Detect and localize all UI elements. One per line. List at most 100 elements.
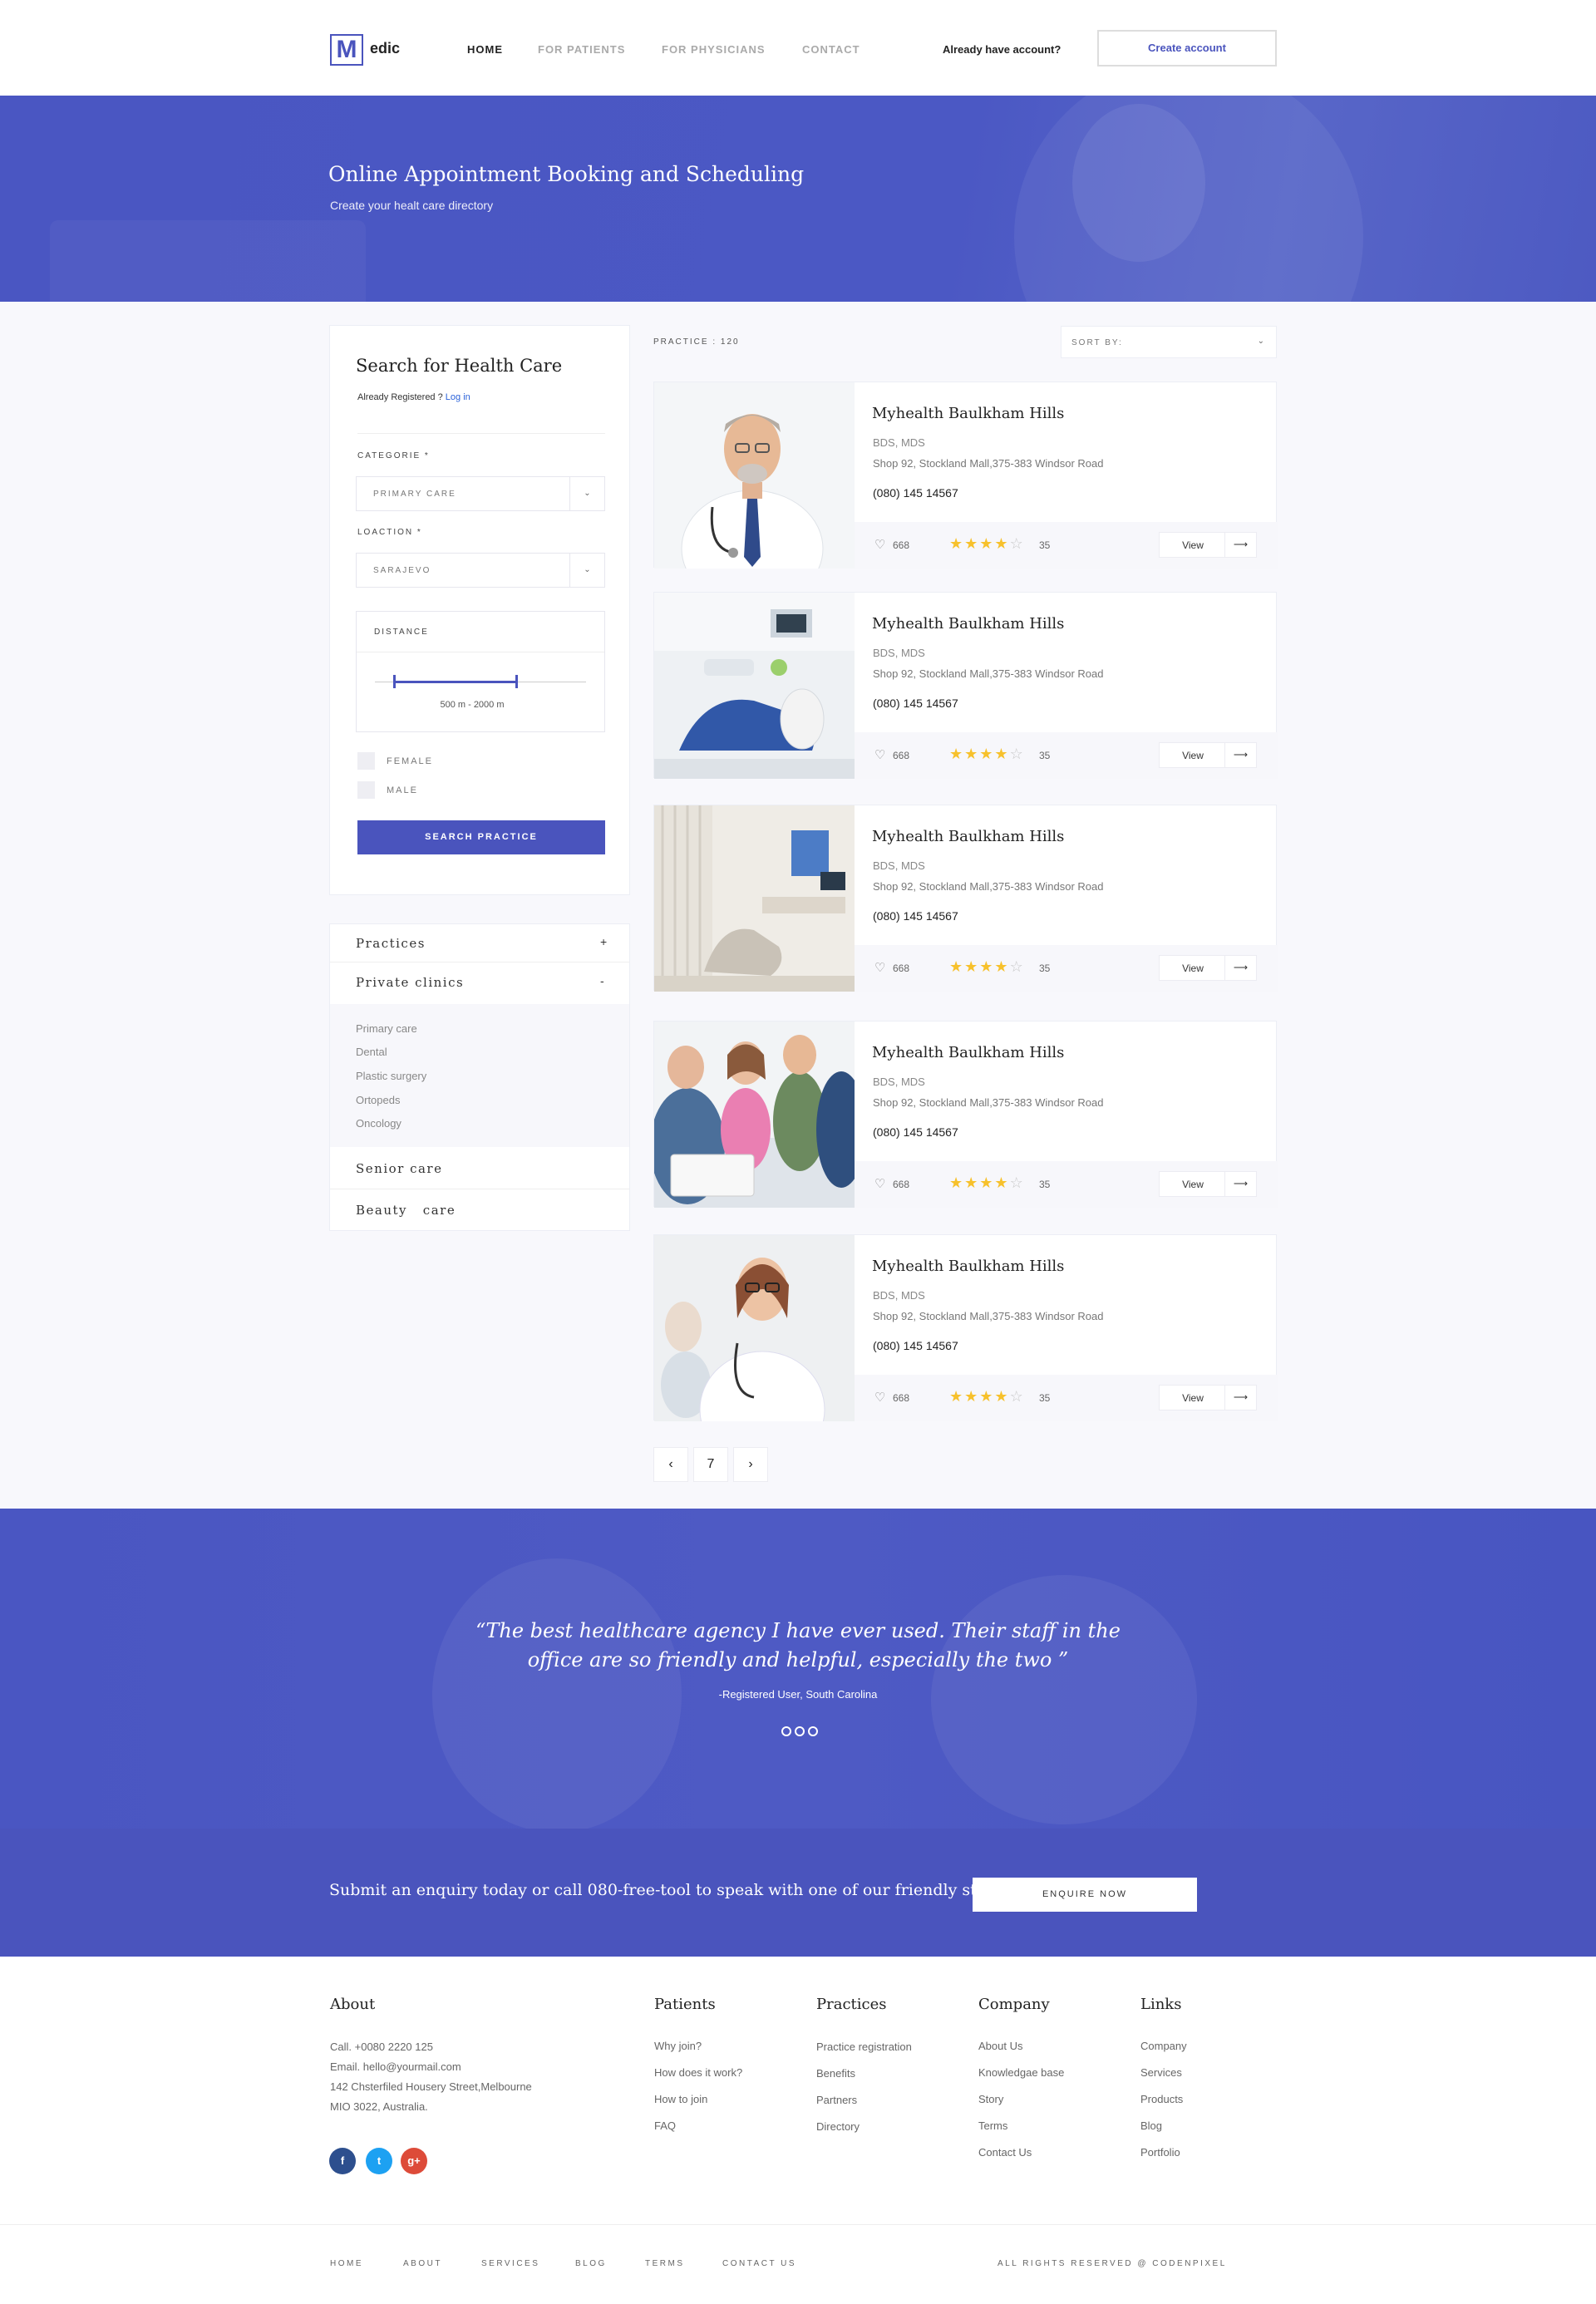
footer-link[interactable]: Partners — [816, 2094, 857, 2106]
footer-link[interactable]: How to join — [654, 2093, 707, 2105]
subcategory-dental[interactable]: Dental — [356, 1046, 387, 1058]
heart-icon[interactable]: ♡ — [874, 1176, 885, 1191]
view-label: View — [1182, 539, 1204, 551]
location-label: LOACTION * — [357, 528, 422, 537]
practice-name[interactable]: Myhealth Baulkham Hills — [872, 828, 1064, 845]
practice-name[interactable]: Myhealth Baulkham Hills — [872, 1044, 1064, 1061]
practice-card-footer: ♡ 668 ★★★★☆ 35 View ⟶ — [855, 1161, 1278, 1208]
bottom-link-blog[interactable]: BLOG — [575, 2259, 607, 2268]
view-button[interactable]: View ⟶ — [1159, 955, 1257, 981]
footer-link[interactable]: Directory — [816, 2120, 860, 2133]
practice-phone: (080) 145 14567 — [873, 909, 958, 923]
chevron-down-icon: ⌄ — [1257, 337, 1264, 346]
arrow-right-icon: ⟶ — [1224, 533, 1256, 557]
category-label-private-clinics: Private clinics — [356, 975, 465, 990]
practice-count: PRACTICE : 120 — [653, 337, 740, 347]
login-link[interactable]: Log in — [446, 392, 470, 402]
arrow-right-icon: ⟶ — [1224, 1172, 1256, 1196]
subcategory-ortopeds[interactable]: Ortopeds — [356, 1094, 400, 1106]
search-practice-button[interactable]: SEARCH PRACTICE — [357, 820, 605, 854]
nav-contact[interactable]: CONTACT — [802, 43, 860, 56]
hero-banner: Online Appointment Booking and Schedulin… — [0, 96, 1596, 302]
subcategory-primary-care[interactable]: Primary care — [356, 1022, 417, 1035]
expand-icon[interactable]: + — [600, 935, 607, 948]
footer-link[interactable]: Story — [978, 2093, 1003, 2105]
footer-link[interactable]: Benefits — [816, 2067, 855, 2080]
footer-link[interactable]: Company — [1140, 2040, 1187, 2052]
arrow-right-icon: ⟶ — [1224, 956, 1256, 980]
category-select[interactable]: PRIMARY CARE ⌄ — [356, 476, 605, 511]
collapse-icon[interactable]: - — [600, 974, 604, 987]
practice-card-footer: ♡ 668 ★★★★☆ 35 View ⟶ — [855, 1375, 1278, 1421]
bottom-link-home[interactable]: HOME — [330, 2259, 363, 2268]
footer-email[interactable]: Email. hello@yourmail.com — [330, 2060, 461, 2073]
footer-link[interactable]: Services — [1140, 2066, 1182, 2079]
practice-photo-family — [654, 1022, 855, 1208]
bottom-link-contact-us[interactable]: CONTACT US — [722, 2259, 796, 2268]
footer-link[interactable]: Terms — [978, 2119, 1007, 2132]
female-checkbox[interactable] — [357, 752, 375, 770]
sort-by-select[interactable]: SORT BY: ⌄ — [1061, 326, 1277, 358]
practice-photo-doctor — [654, 382, 855, 569]
star-filled-icon: ★ — [949, 746, 965, 762]
footer-link[interactable]: Products — [1140, 2093, 1183, 2105]
footer-link[interactable]: FAQ — [654, 2119, 676, 2132]
twitter-icon[interactable]: t — [366, 2148, 392, 2174]
create-account-button[interactable]: Create account — [1097, 30, 1277, 66]
facebook-icon[interactable]: f — [329, 2148, 356, 2174]
footer-link[interactable]: Practice registration — [816, 2041, 912, 2053]
carousel-dot[interactable] — [795, 1726, 805, 1736]
category-value: PRIMARY CARE — [373, 490, 456, 499]
footer-address-line: 142 Chsterfiled Housery Street,Melbourne — [330, 2080, 532, 2093]
view-button[interactable]: View ⟶ — [1159, 1385, 1257, 1410]
footer-link[interactable]: Why join? — [654, 2040, 702, 2052]
practice-phone: (080) 145 14567 — [873, 697, 958, 710]
logo-mark[interactable]: M — [330, 34, 363, 66]
footer-link[interactable]: About Us — [978, 2040, 1022, 2052]
practice-name[interactable]: Myhealth Baulkham Hills — [872, 615, 1064, 633]
footer-link[interactable]: Blog — [1140, 2119, 1162, 2132]
logo-text[interactable]: edic — [370, 40, 400, 57]
divider — [0, 2224, 1596, 2225]
view-button[interactable]: View ⟶ — [1159, 1171, 1257, 1197]
practice-card-footer: ♡ 668 ★★★★☆ 35 View ⟶ — [855, 732, 1278, 779]
pagination-prev-button[interactable]: ‹ — [653, 1447, 688, 1482]
practice-photo-dental-clinic — [654, 593, 855, 779]
male-checkbox[interactable] — [357, 781, 375, 799]
view-button[interactable]: View ⟶ — [1159, 532, 1257, 558]
google-plus-icon[interactable]: g+ — [401, 2148, 427, 2174]
view-button[interactable]: View ⟶ — [1159, 742, 1257, 768]
heart-icon[interactable]: ♡ — [874, 1390, 885, 1405]
enquire-now-button[interactable]: ENQUIRE NOW — [973, 1878, 1197, 1912]
bottom-link-about[interactable]: ABOUT — [403, 2259, 442, 2268]
pagination-next-button[interactable]: › — [733, 1447, 768, 1482]
heart-icon[interactable]: ♡ — [874, 960, 885, 975]
likes-count: 668 — [893, 750, 910, 761]
bottom-link-terms[interactable]: TERMS — [645, 2259, 685, 2268]
subcategory-oncology[interactable]: Oncology — [356, 1117, 401, 1130]
carousel-dot[interactable] — [781, 1726, 791, 1736]
nav-for-physicians[interactable]: FOR PHYSICIANS — [662, 43, 766, 56]
footer-link[interactable]: How does it work? — [654, 2066, 742, 2079]
footer-company-title: Company — [978, 1996, 1050, 2013]
male-label: MALE — [387, 785, 418, 795]
distance-slider-min-handle[interactable] — [392, 675, 396, 688]
heart-icon[interactable]: ♡ — [874, 537, 885, 552]
practice-name[interactable]: Myhealth Baulkham Hills — [872, 405, 1064, 422]
footer-link[interactable]: Portfolio — [1140, 2146, 1180, 2159]
subcategory-plastic-surgery[interactable]: Plastic surgery — [356, 1070, 426, 1082]
footer-link[interactable]: Knowledgae base — [978, 2066, 1064, 2079]
nav-home[interactable]: HOME — [467, 43, 503, 56]
star-filled-icon: ★ — [964, 1174, 980, 1191]
footer-link[interactable]: Contact Us — [978, 2146, 1032, 2159]
carousel-dot[interactable] — [808, 1726, 818, 1736]
nav-for-patients[interactable]: FOR PATIENTS — [538, 43, 625, 56]
bottom-link-services[interactable]: SERVICES — [481, 2259, 539, 2268]
pagination-page-button[interactable]: 7 — [693, 1447, 728, 1482]
heart-icon[interactable]: ♡ — [874, 747, 885, 762]
location-select[interactable]: SARAJEVO ⌄ — [356, 553, 605, 588]
review-count: 35 — [1039, 539, 1051, 551]
practice-name[interactable]: Myhealth Baulkham Hills — [872, 1258, 1064, 1275]
distance-slider-max-handle[interactable] — [515, 675, 519, 688]
review-count: 35 — [1039, 962, 1051, 974]
